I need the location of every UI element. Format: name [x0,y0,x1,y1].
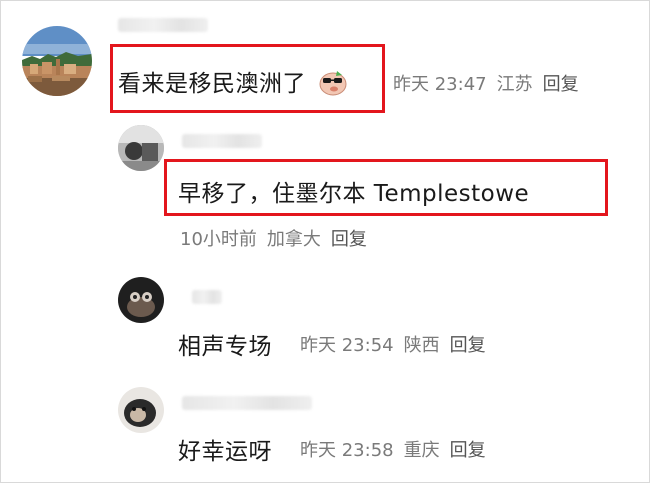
reply-button[interactable]: 回复 [331,229,367,250]
reply-button[interactable]: 回复 [543,74,579,95]
comment-text: 好幸运呀 [178,432,272,466]
sunglasses-pig-emoji-icon [318,68,348,96]
comment-location: 重庆 [403,440,440,461]
comment-meta: 昨天 23:54 陕西 回复 [300,331,496,357]
avatar-photo-image [118,125,164,171]
comment-time: 昨天 23:54 [300,335,394,356]
comment-meta: 昨天 23:58 重庆 回复 [300,436,496,462]
blurred-username [182,134,262,148]
avatar[interactable] [118,387,164,433]
avatar[interactable] [22,26,92,96]
avatar-photo-image [118,277,164,323]
reply-button[interactable]: 回复 [450,440,486,461]
comment-time: 昨天 23:58 [300,440,394,461]
comment-meta: 10小时前 加拿大 回复 [180,225,377,251]
comment-location: 陕西 [403,335,440,356]
comment-text-content: 相声专场 [178,334,272,360]
comment-text: 看来是移民澳洲了 [118,64,348,98]
comment-text: 早移了，住墨尔本 Templestowe [178,174,529,208]
comment-meta: 昨天 23:47 江苏 回复 [393,70,589,96]
avatar[interactable] [118,277,164,323]
comment-time: 昨天 23:47 [393,74,487,95]
avatar-landscape-image [22,26,92,96]
comment-time: 10小时前 [180,229,257,250]
comment-location: 加拿大 [266,229,321,250]
comment-text-content: 看来是移民澳洲了 [118,71,306,97]
comment-location: 江苏 [496,74,533,95]
comment-text-content: 早移了，住墨尔本 Templestowe [178,181,530,207]
blurred-username [192,290,222,304]
comment-text: 相声专场 [178,327,272,361]
reply-button[interactable]: 回复 [450,335,486,356]
avatar[interactable] [118,125,164,171]
blurred-username [182,396,312,410]
avatar-photo-image [118,387,164,433]
blurred-username [118,18,208,32]
comment-text-content: 好幸运呀 [178,439,272,465]
